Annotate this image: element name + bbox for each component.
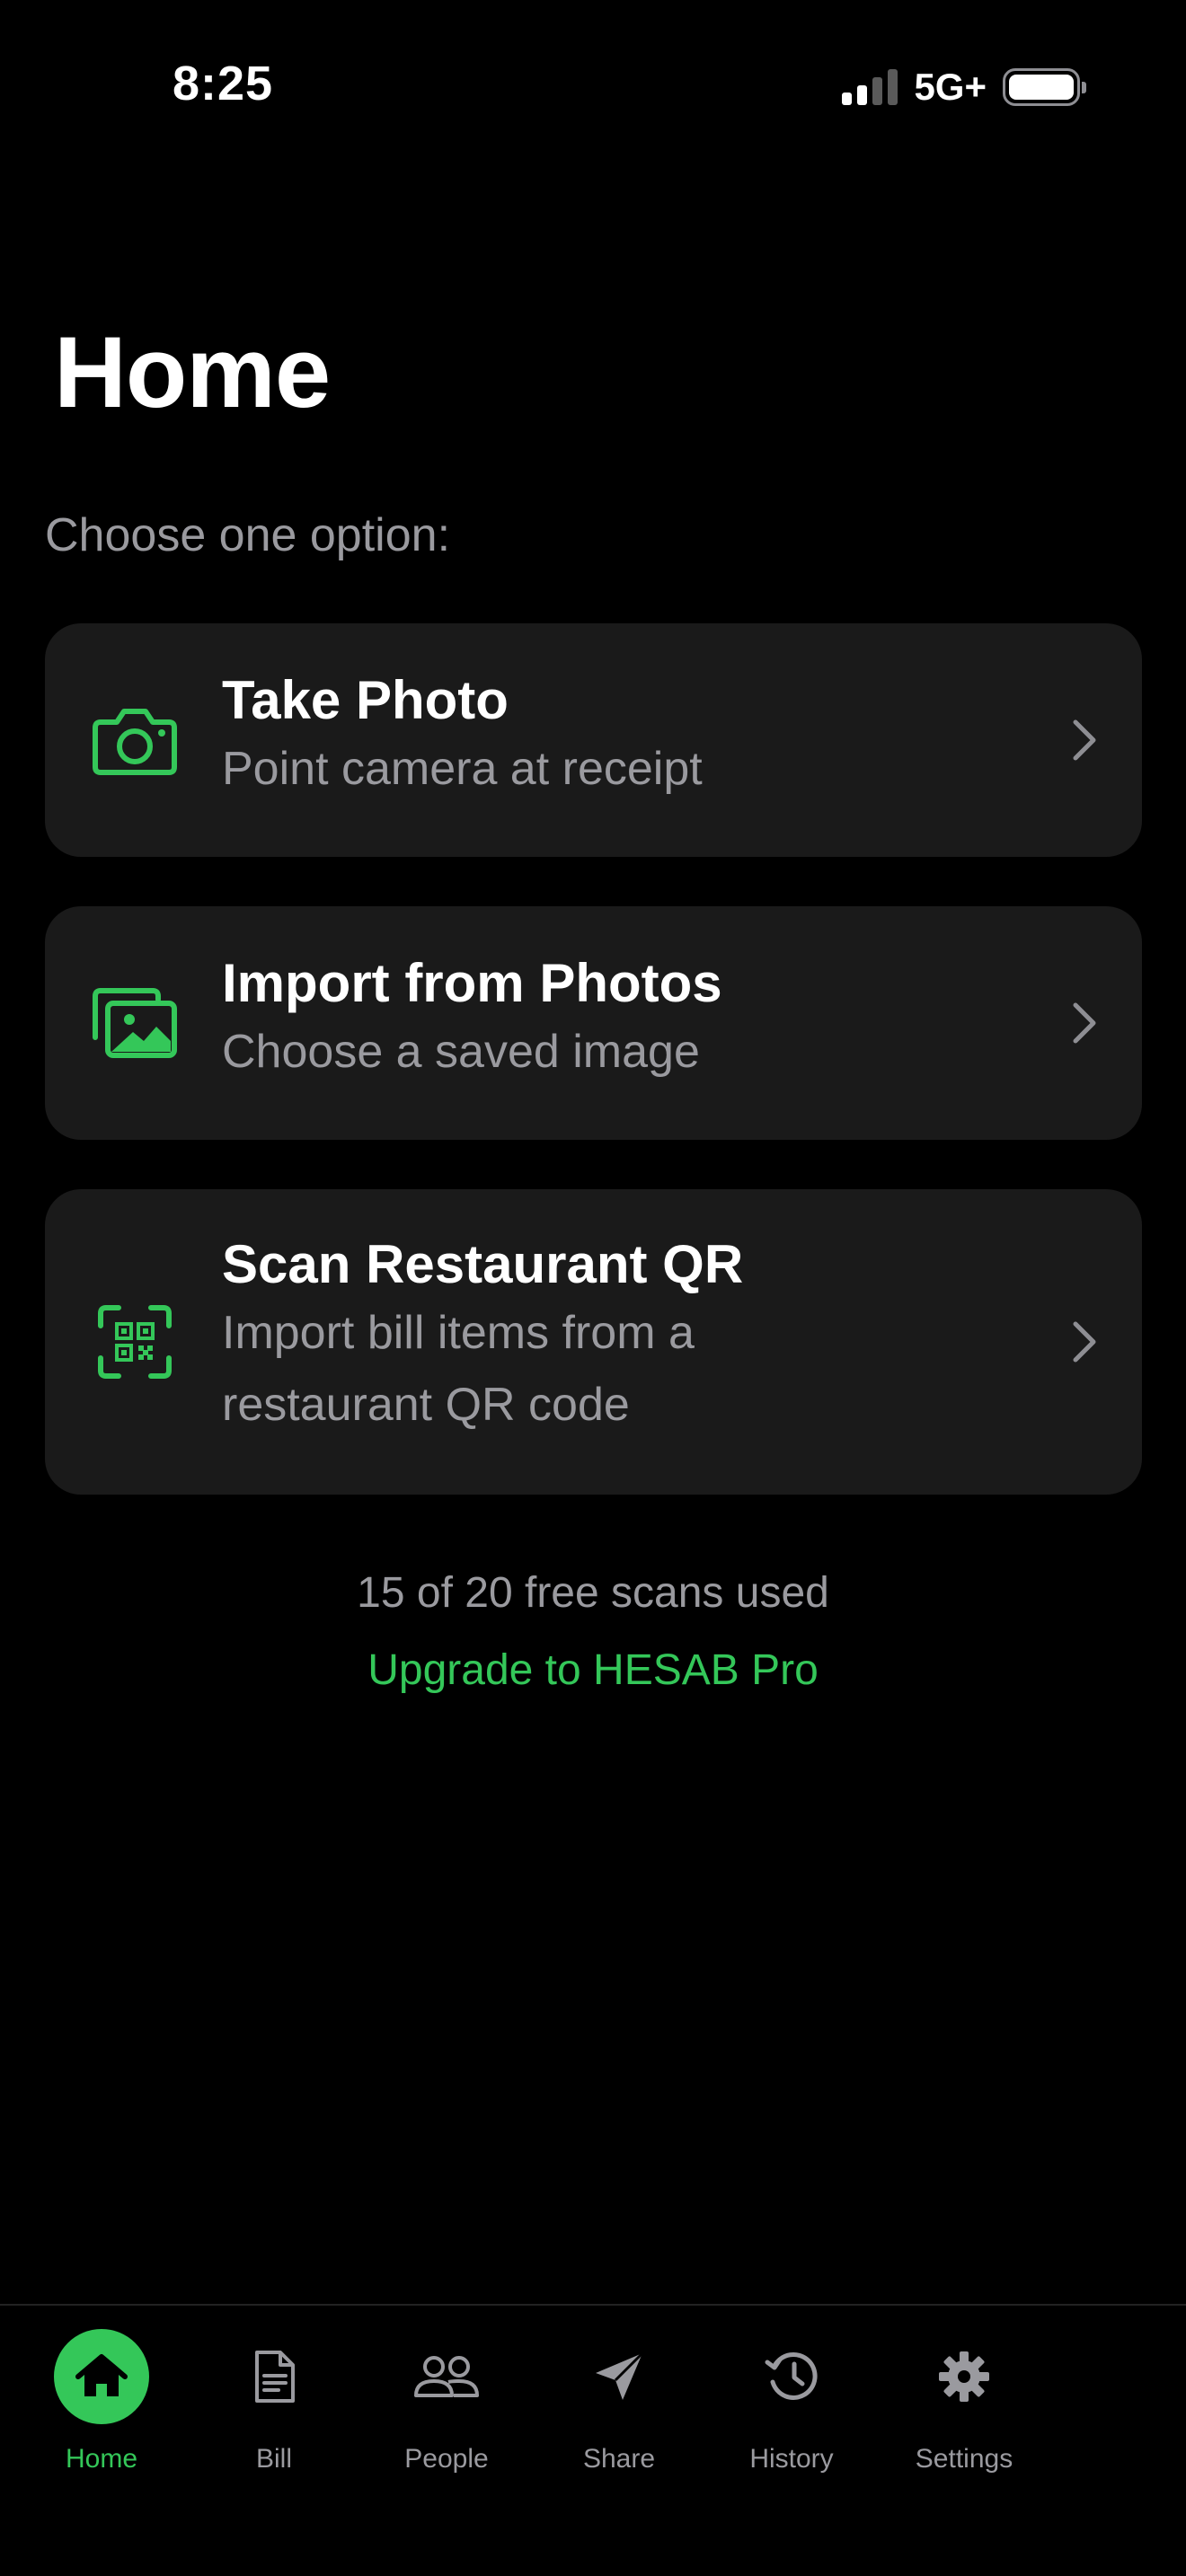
scan-qr-subtitle-line2: restaurant QR code: [222, 1379, 630, 1431]
import-photos-subtitle: Choose a saved image: [222, 1026, 700, 1078]
battery-level: [1009, 75, 1074, 100]
gear-icon: [916, 2329, 1012, 2424]
paper-plane-icon: [571, 2329, 667, 2424]
battery-icon: [1003, 68, 1086, 106]
tab-settings[interactable]: Settings: [883, 2322, 1045, 2483]
tab-home[interactable]: Home: [21, 2322, 182, 2483]
tab-people[interactable]: People: [366, 2322, 527, 2483]
take-photo-title: Take Photo: [222, 670, 509, 730]
status-indicators: 5G+: [842, 65, 1086, 110]
take-photo-subtitle: Point camera at receipt: [222, 743, 703, 795]
history-icon: [744, 2329, 839, 2424]
scan-qr-text: Scan Restaurant QR Import bill items fro…: [222, 1232, 1025, 1441]
qr-scan-icon: [90, 1297, 180, 1387]
tab-people-label: People: [404, 2444, 489, 2474]
tab-history[interactable]: History: [711, 2322, 872, 2483]
import-photos-text: Import from Photos Choose a saved image: [222, 951, 1025, 1088]
home-icon: [54, 2329, 149, 2424]
camera-icon: [90, 695, 180, 785]
tab-share[interactable]: Share: [538, 2322, 700, 2483]
network-type: 5G+: [914, 66, 987, 108]
page-title: Home: [54, 316, 331, 428]
upgrade-pro-link[interactable]: Upgrade to HESAB Pro: [0, 1645, 1186, 1695]
document-icon: [226, 2329, 322, 2424]
import-photos-title: Import from Photos: [222, 953, 722, 1013]
scan-qr-title: Scan Restaurant QR: [222, 1234, 744, 1294]
choose-option-prompt: Choose one option:: [45, 509, 451, 561]
status-bar: 8:25 5G+: [0, 0, 1186, 171]
tab-bill-label: Bill: [255, 2444, 292, 2474]
tab-bar: Home Bill People Share History Settings: [0, 2304, 1186, 2576]
tab-bill[interactable]: Bill: [193, 2322, 355, 2483]
take-photo-option[interactable]: Take Photo Point camera at receipt: [45, 623, 1142, 857]
free-scans-usage: 15 of 20 free scans used: [357, 1569, 829, 1617]
status-time: 8:25: [173, 57, 274, 110]
scan-qr-subtitle-line1: Import bill items from a: [222, 1307, 695, 1359]
photos-icon: [90, 978, 180, 1068]
take-photo-text: Take Photo Point camera at receipt: [222, 668, 1025, 805]
tab-settings-label: Settings: [915, 2444, 1013, 2474]
tab-home-label: Home: [65, 2444, 138, 2474]
tab-share-label: Share: [582, 2444, 656, 2474]
chevron-right-icon: [1067, 1315, 1102, 1369]
tab-history-label: History: [749, 2444, 834, 2474]
people-icon: [399, 2329, 494, 2424]
import-photos-option[interactable]: Import from Photos Choose a saved image: [45, 906, 1142, 1140]
cellular-signal-icon: [842, 69, 898, 105]
chevron-right-icon: [1067, 996, 1102, 1050]
scan-qr-option[interactable]: Scan Restaurant QR Import bill items fro…: [45, 1189, 1142, 1495]
chevron-right-icon: [1067, 713, 1102, 767]
